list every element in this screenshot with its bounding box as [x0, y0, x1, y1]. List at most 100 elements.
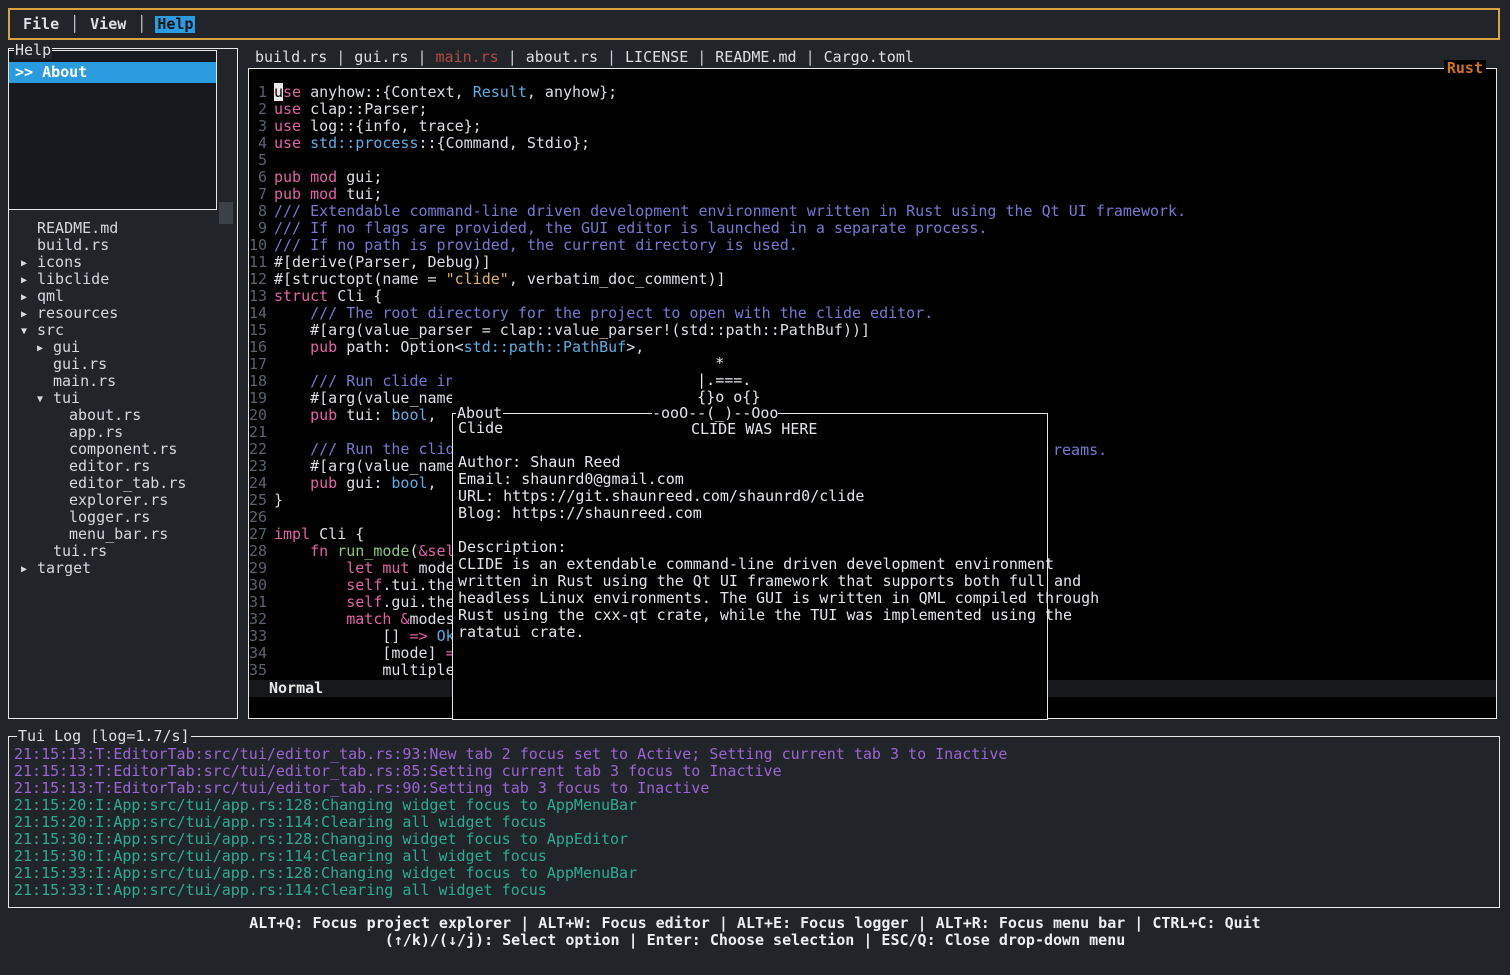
line-number: 4	[249, 135, 267, 152]
line-number: 22	[249, 441, 267, 458]
log-entries: 21:15:13:T:EditorTab:src/tui/editor_tab.…	[9, 737, 1499, 899]
about-body-line	[458, 522, 1044, 539]
tree-item-README.md[interactable]: README.md	[9, 220, 237, 237]
line-number: 28	[249, 543, 267, 560]
tree-item-explorer.rs[interactable]: explorer.rs	[9, 492, 237, 509]
line-number: 3	[249, 118, 267, 135]
line-number: 34	[249, 645, 267, 662]
line-number: 19	[249, 390, 267, 407]
tree-item-label: tui	[53, 389, 80, 407]
code-line: 9/// If no flags are provided, the GUI e…	[249, 220, 1186, 237]
app-window: File│View│Help README.mdbuild.rs▶icons▶l…	[0, 0, 1510, 975]
tab-LICENSE[interactable]: LICENSE	[625, 49, 688, 66]
code-line: 8/// Extendable command-line driven deve…	[249, 203, 1186, 220]
text-cursor: u	[274, 83, 283, 101]
line-number: 15	[249, 322, 267, 339]
log-entry: 21:15:33:I:App:src/tui/app.rs:114:Cleari…	[14, 882, 1499, 899]
line-number: 6	[249, 169, 267, 186]
tree-item-tui[interactable]: ▼tui	[9, 390, 237, 407]
tree-item-label: build.rs	[37, 236, 109, 254]
log-entry: 21:15:13:T:EditorTab:src/tui/editor_tab.…	[14, 746, 1499, 763]
tui-log-panel: Tui Log [log=1.7/s] 21:15:13:T:EditorTab…	[8, 736, 1500, 908]
tree-item-editor.rs[interactable]: editor.rs	[9, 458, 237, 475]
line-number: 35	[249, 662, 267, 679]
tree-item-label: explorer.rs	[69, 491, 168, 509]
about-body-line	[458, 437, 1044, 454]
code-overflow-fragment: reams.	[1053, 442, 1107, 459]
tree-item-qml[interactable]: ▶qml	[9, 288, 237, 305]
about-body-line: Blog: https://shaunreed.com	[458, 505, 1044, 522]
tree-item-label: gui.rs	[53, 355, 107, 373]
tab-README.md[interactable]: README.md	[715, 49, 796, 66]
tree-item-label: about.rs	[69, 406, 141, 424]
about-body-line: Description:	[458, 539, 1044, 556]
tree-item-label: icons	[37, 253, 82, 271]
tab-about.rs[interactable]: about.rs	[526, 49, 598, 66]
tab-separator: |	[336, 49, 345, 66]
line-number: 1	[249, 84, 267, 101]
tree-item-icons[interactable]: ▶icons	[9, 254, 237, 271]
line-number: 23	[249, 458, 267, 475]
about-body-line: URL: https://git.shaunreed.com/shaunrd0/…	[458, 488, 1044, 505]
about-dialog: * |.===. {}o o{} About -ooO--(_)--Ooo CL…	[452, 355, 1048, 720]
tab-main.rs[interactable]: main.rs	[436, 49, 499, 66]
tree-item-resources[interactable]: ▶resources	[9, 305, 237, 322]
about-body-line: CLIDE is an extendable command-line driv…	[458, 556, 1044, 573]
line-number: 12	[249, 271, 267, 288]
tab-Cargo.toml[interactable]: Cargo.toml	[824, 49, 914, 66]
help-dropdown-title: Help	[14, 42, 52, 59]
tree-item-label: tui.rs	[53, 542, 107, 560]
tree-item-main.rs[interactable]: main.rs	[9, 373, 237, 390]
menu-item-file[interactable]: File	[21, 16, 61, 33]
about-body-line: ratatui crate.	[458, 624, 1044, 641]
explorer-scrollbar-thumb[interactable]	[219, 202, 233, 224]
line-number: 30	[249, 577, 267, 594]
tree-item-editor_tab.rs[interactable]: editor_tab.rs	[9, 475, 237, 492]
tree-item-libclide[interactable]: ▶libclide	[9, 271, 237, 288]
tree-item-label: README.md	[37, 219, 118, 237]
help-dropdown-menu: Help >> About	[8, 50, 217, 210]
chevron-down-icon: ▼	[37, 391, 53, 408]
about-body-line: Author: Shaun Reed	[458, 454, 1044, 471]
log-entry: 21:15:20:I:App:src/tui/app.rs:128:Changi…	[14, 797, 1499, 814]
code-line: 13struct Cli {	[249, 288, 1186, 305]
tree-item-gui.rs[interactable]: gui.rs	[9, 356, 237, 373]
log-entry: 21:15:33:I:App:src/tui/app.rs:128:Changi…	[14, 865, 1499, 882]
tree-item-label: libclide	[37, 270, 109, 288]
code-line: 3use log::{info, trace};	[249, 118, 1186, 135]
language-badge: Rust	[1444, 60, 1486, 77]
tree-item-build.rs[interactable]: build.rs	[9, 237, 237, 254]
line-number: 33	[249, 628, 267, 645]
chevron-right-icon: ▶	[21, 255, 37, 272]
about-body-line: Email: shaunrd0@gmail.com	[458, 471, 1044, 488]
tree-item-label: resources	[37, 304, 118, 322]
tab-build.rs[interactable]: build.rs	[255, 49, 327, 66]
tree-item-logger.rs[interactable]: logger.rs	[9, 509, 237, 526]
code-line: 4use std::process::{Command, Stdio};	[249, 135, 1186, 152]
menu-option-about[interactable]: >> About	[9, 62, 216, 83]
tree-item-app.rs[interactable]: app.rs	[9, 424, 237, 441]
line-number: 20	[249, 407, 267, 424]
tab-gui.rs[interactable]: gui.rs	[354, 49, 408, 66]
tree-item-tui.rs[interactable]: tui.rs	[9, 543, 237, 560]
line-number: 11	[249, 254, 267, 271]
tree-item-label: gui	[53, 338, 80, 356]
line-number: 29	[249, 560, 267, 577]
tree-item-menu_bar.rs[interactable]: menu_bar.rs	[9, 526, 237, 543]
code-line: 2use clap::Parser;	[249, 101, 1186, 118]
menu-separator: │	[137, 16, 146, 33]
tree-item-label: logger.rs	[69, 508, 150, 526]
line-number: 9	[249, 220, 267, 237]
editor-mode-label: Normal	[269, 679, 323, 697]
tree-item-gui[interactable]: ▶gui	[9, 339, 237, 356]
tree-item-about.rs[interactable]: about.rs	[9, 407, 237, 424]
tree-item-target[interactable]: ▶target	[9, 560, 237, 577]
tree-item-src[interactable]: ▼src	[9, 322, 237, 339]
file-tree: README.mdbuild.rs▶icons▶libclide▶qml▶res…	[9, 220, 237, 577]
code-line: 1use anyhow::{Context, Result, anyhow};	[249, 84, 1186, 101]
tree-item-component.rs[interactable]: component.rs	[9, 441, 237, 458]
tab-separator: |	[806, 49, 815, 66]
tree-item-label: target	[37, 559, 91, 577]
menu-item-view[interactable]: View	[88, 16, 128, 33]
menu-item-help[interactable]: Help	[155, 16, 195, 33]
